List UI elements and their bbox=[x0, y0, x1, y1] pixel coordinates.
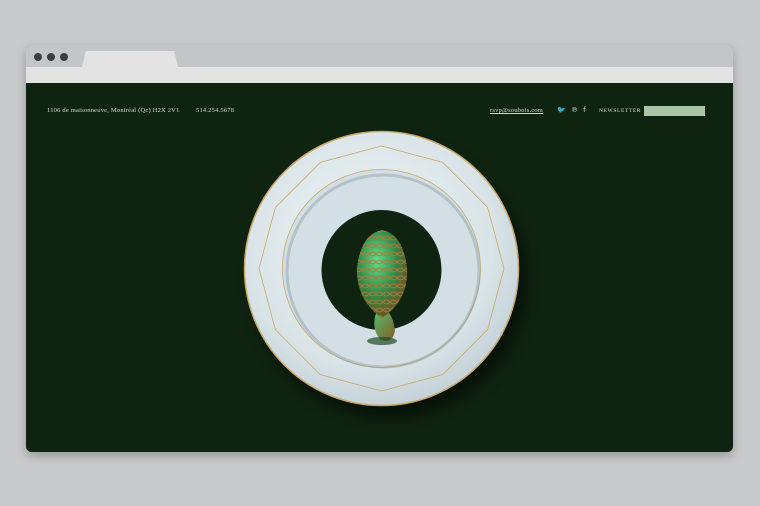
tab-bar bbox=[26, 45, 733, 67]
browser-tab[interactable] bbox=[82, 51, 178, 67]
twitter-icon[interactable]: 🐦 bbox=[557, 106, 566, 114]
pinterest-icon[interactable]: ℗ bbox=[571, 106, 578, 114]
browser-chrome bbox=[26, 45, 733, 83]
email-link[interactable]: rsvp@soubois.com bbox=[490, 107, 543, 115]
phone-text: 514.254.5678 bbox=[196, 107, 235, 114]
plate-illustration bbox=[243, 130, 520, 407]
close-dot[interactable] bbox=[34, 53, 42, 61]
address-text: 1106 de maisonneuve, Montréal (Qc) H2X 2… bbox=[47, 107, 180, 114]
maximize-dot[interactable] bbox=[60, 53, 68, 61]
social-links: 🐦 ℗ f bbox=[557, 106, 586, 114]
newsletter-input[interactable] bbox=[644, 106, 705, 116]
facebook-icon[interactable]: f bbox=[583, 106, 586, 114]
browser-window: 1106 de maisonneuve, Montréal (Qc) H2X 2… bbox=[26, 45, 733, 452]
hero-plate bbox=[243, 130, 528, 419]
web-page: 1106 de maisonneuve, Montréal (Qc) H2X 2… bbox=[26, 83, 733, 452]
newsletter-label: NEWSLETTER bbox=[599, 108, 642, 114]
site-header: 1106 de maisonneuve, Montréal (Qc) H2X 2… bbox=[26, 83, 733, 116]
minimize-dot[interactable] bbox=[47, 53, 55, 61]
